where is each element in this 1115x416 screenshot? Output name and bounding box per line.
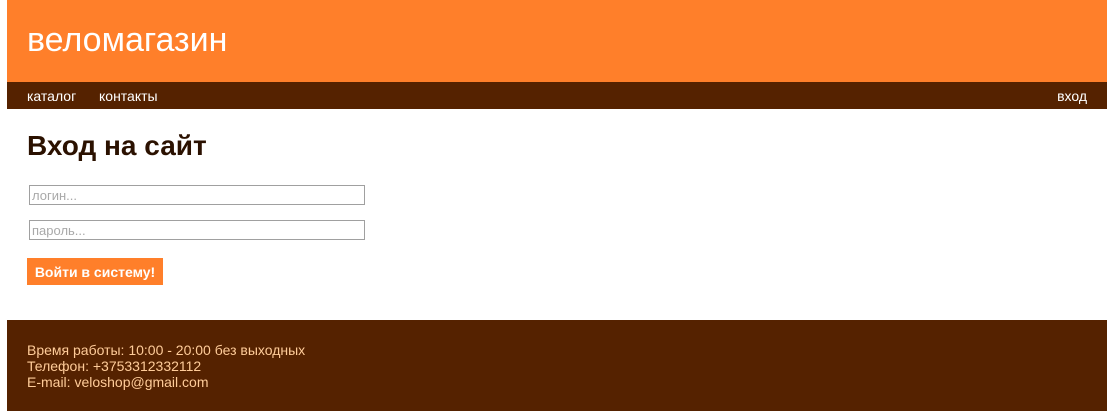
login-submit-button[interactable]: Войти в систему!	[27, 258, 163, 285]
login-section: Вход на сайт Войти в систему!	[27, 109, 1087, 320]
page-title: Вход на сайт	[27, 130, 207, 161]
nav-link-login[interactable]: вход	[1057, 88, 1087, 104]
password-input[interactable]	[29, 220, 365, 240]
site-footer: Время работы: 10:00 - 20:00 без выходных…	[7, 320, 1107, 411]
nav-link-contacts[interactable]: контакты	[99, 88, 158, 104]
footer-phone: Телефон: +3753312332112	[27, 358, 202, 374]
site-header: веломагазин	[7, 0, 1107, 82]
footer-hours: Время работы: 10:00 - 20:00 без выходных	[27, 342, 306, 358]
main-nav: каталог контакты вход	[7, 82, 1107, 109]
footer-info: Время работы: 10:00 - 20:00 без выходных…	[27, 342, 305, 390]
login-input[interactable]	[29, 185, 365, 205]
site-title: веломагазин	[27, 21, 228, 59]
page: веломагазин каталог контакты вход Вход н…	[0, 0, 1115, 416]
nav-link-catalog[interactable]: каталог	[27, 88, 76, 104]
footer-email: E-mail: veloshop@gmail.com	[27, 374, 209, 390]
